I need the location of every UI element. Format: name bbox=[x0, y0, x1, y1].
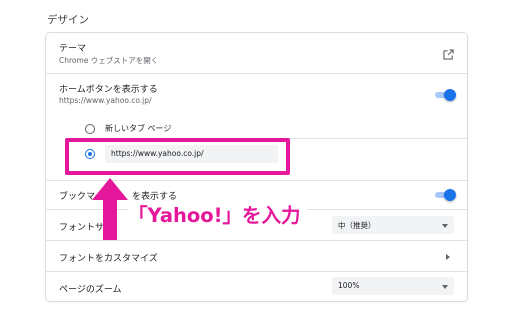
page-zoom-row: ページのズーム 100% bbox=[46, 272, 467, 301]
home-button-url: https://www.yahoo.co.jp/ bbox=[59, 96, 152, 105]
home-button-label: ホームボタンを表示する bbox=[59, 85, 158, 95]
arrow-up-icon bbox=[92, 178, 128, 240]
theme-row[interactable]: テーマ Chrome ウェブストアを開く bbox=[46, 33, 467, 73]
toggle-knob bbox=[444, 189, 456, 201]
theme-label: テーマ bbox=[59, 44, 87, 54]
theme-sub: Chrome ウェブストアを開く bbox=[59, 56, 159, 65]
bookmarks-bar-label-end: を表示する bbox=[132, 192, 178, 202]
page-zoom-select[interactable]: 100% bbox=[332, 277, 454, 295]
external-link-icon[interactable] bbox=[443, 49, 454, 60]
page-zoom-value: 100% bbox=[338, 281, 360, 290]
page-zoom-label: ページのズーム bbox=[59, 285, 122, 295]
chevron-right-icon bbox=[446, 254, 450, 260]
section-title: デザイン bbox=[47, 14, 89, 26]
dropdown-arrow-icon bbox=[442, 285, 448, 289]
font-size-value: 中（推奨） bbox=[338, 221, 376, 230]
highlight-box bbox=[65, 138, 290, 175]
bookmarks-bar-toggle[interactable] bbox=[435, 188, 456, 202]
new-tab-radio[interactable] bbox=[85, 124, 95, 134]
font-size-select[interactable]: 中（推奨） bbox=[332, 216, 454, 234]
toggle-knob bbox=[444, 89, 456, 101]
home-button-toggle[interactable] bbox=[435, 88, 456, 102]
home-button-row[interactable]: ホームボタンを表示する https://www.yahoo.co.jp/ bbox=[46, 74, 467, 114]
dropdown-arrow-icon bbox=[442, 224, 448, 228]
annotation-text: 「Yahoo!」を入力 bbox=[128, 202, 307, 230]
customize-fonts-row[interactable]: フォントをカスタマイズ bbox=[46, 241, 467, 271]
customize-fonts-label: フォントをカスタマイズ bbox=[59, 254, 158, 264]
new-tab-label: 新しいタブ ページ bbox=[105, 124, 172, 133]
